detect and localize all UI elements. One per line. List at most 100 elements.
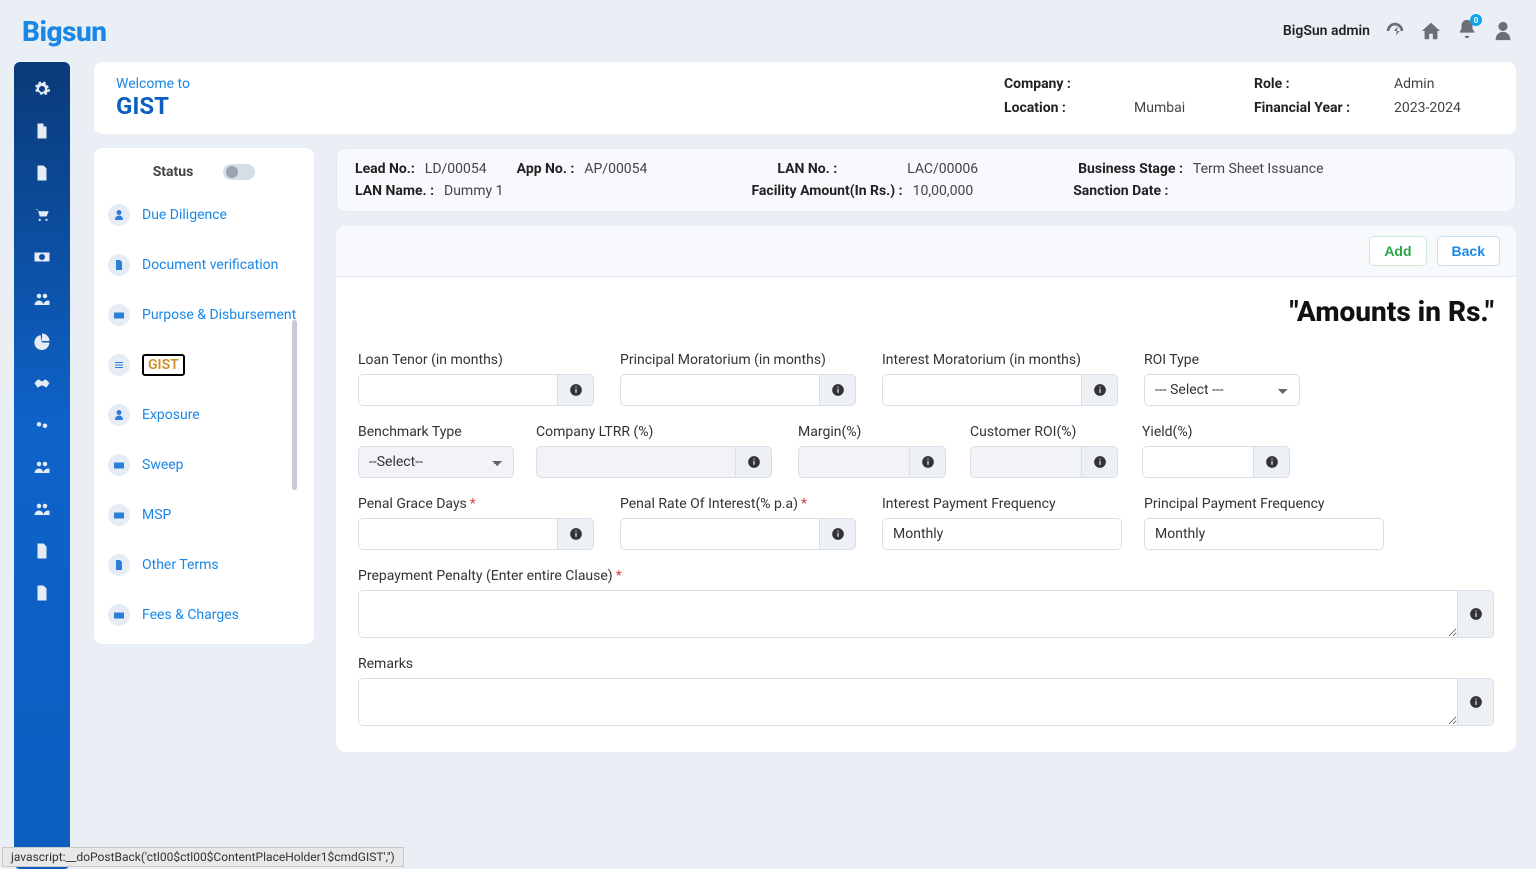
interest-moratorium-input[interactable] — [882, 374, 1082, 406]
sanction-date-label: Sanction Date : — [1073, 183, 1168, 199]
meta-card: Lead No.: LD/00054 App No. : AP/00054 LA… — [336, 148, 1516, 212]
principal-moratorium-input[interactable] — [620, 374, 820, 406]
info-icon[interactable] — [558, 518, 594, 550]
home-icon[interactable] — [1420, 20, 1442, 42]
fy-label: Financial Year : — [1254, 100, 1394, 116]
scrollbar[interactable] — [292, 320, 297, 490]
sidebar-item-label: MSP — [142, 507, 171, 523]
cash-icon[interactable] — [33, 248, 51, 266]
group-icon[interactable] — [33, 458, 51, 476]
status-item-icon — [108, 454, 130, 476]
sidebar-item-gist[interactable]: GIST — [94, 340, 314, 390]
dashboard-icon[interactable] — [1384, 20, 1406, 42]
yield-input[interactable] — [1142, 446, 1254, 478]
status-toggle[interactable] — [223, 164, 255, 180]
sidebar-item-due-diligence[interactable]: Due Diligence — [94, 190, 314, 240]
browser-status-bar: javascript:__doPostBack('ctl00$ctl00$Con… — [2, 847, 404, 867]
status-item-icon — [108, 604, 130, 626]
sidebar-item-other-terms[interactable]: Other Terms — [94, 540, 314, 590]
notifications-bell[interactable]: 0 — [1456, 18, 1478, 44]
sidebar-item-msp[interactable]: MSP — [94, 490, 314, 540]
info-icon[interactable] — [736, 446, 772, 478]
info-icon[interactable] — [1458, 590, 1494, 638]
yield-label: Yield(%) — [1142, 424, 1292, 440]
sidebar-item-purpose-disbursement[interactable]: Purpose & Disbursement — [94, 290, 314, 340]
side-nav — [14, 62, 70, 869]
gear-icon[interactable] — [33, 80, 51, 98]
status-item-icon — [108, 404, 130, 426]
status-item-icon — [108, 504, 130, 526]
sidebar-item-exposure[interactable]: Exposure — [94, 390, 314, 440]
company-ltrr-input[interactable] — [536, 446, 736, 478]
margin-label: Margin(%) — [798, 424, 948, 440]
welcome-prefix: Welcome to — [116, 76, 190, 92]
principal-moratorium-label: Principal Moratorium (in months) — [620, 352, 860, 368]
status-item-icon — [108, 354, 130, 376]
form-title: "Amounts in Rs." — [336, 277, 1516, 328]
gears-icon[interactable] — [33, 416, 51, 434]
margin-input[interactable] — [798, 446, 910, 478]
cart-icon[interactable] — [33, 206, 51, 224]
sidebar-item-document-verification[interactable]: Document verification — [94, 240, 314, 290]
remarks-label: Remarks — [358, 656, 1494, 672]
stage-value: Term Sheet Issuance — [1193, 161, 1324, 177]
penal-rate-label: Penal Rate Of Interest(% p.a)* — [620, 496, 860, 512]
loan-tenor-input[interactable] — [358, 374, 558, 406]
sidebar-item-label: Sweep — [142, 457, 184, 473]
roi-type-select[interactable]: --- Select --- — [1144, 374, 1300, 406]
penal-days-label: Penal Grace Days* — [358, 496, 598, 512]
benchmark-type-select[interactable]: --Select-- — [358, 446, 514, 478]
sidebar-item-fees-charges[interactable]: Fees & Charges — [94, 590, 314, 640]
users-icon[interactable] — [33, 290, 51, 308]
lan-no-label: LAN No. : — [777, 161, 837, 177]
file-icon[interactable] — [33, 122, 51, 140]
info-icon[interactable] — [1082, 374, 1118, 406]
status-item-icon — [108, 554, 130, 576]
info-icon[interactable] — [820, 374, 856, 406]
status-item-icon — [108, 204, 130, 226]
bell-badge: 0 — [1470, 14, 1482, 26]
prepayment-penalty-textarea[interactable] — [358, 590, 1458, 638]
status-panel: Status Due Diligence Document verificatio… — [94, 148, 314, 644]
role-value: Admin — [1394, 76, 1494, 92]
sidebar-item-sweep[interactable]: Sweep — [94, 440, 314, 490]
info-icon[interactable] — [1082, 446, 1118, 478]
page-icon[interactable] — [33, 542, 51, 560]
team-icon[interactable] — [33, 500, 51, 518]
info-icon[interactable] — [1254, 446, 1290, 478]
fy-value: 2023-2024 — [1394, 100, 1494, 116]
sidebar-item-label: Exposure — [142, 407, 200, 423]
interest-frequency-input[interactable] — [882, 518, 1122, 550]
pie-chart-icon[interactable] — [33, 332, 51, 350]
sidebar-item-label: Purpose & Disbursement — [142, 307, 296, 323]
brand-logo[interactable]: Bigsun — [22, 15, 106, 48]
handshake-icon[interactable] — [33, 374, 51, 392]
info-icon[interactable] — [910, 446, 946, 478]
principal-frequency-input[interactable] — [1144, 518, 1384, 550]
remarks-textarea[interactable] — [358, 678, 1458, 726]
document-icon[interactable] — [33, 164, 51, 182]
location-value: Mumbai — [1134, 100, 1254, 116]
customer-roi-input[interactable] — [970, 446, 1082, 478]
customer-roi-label: Customer ROI(%) — [970, 424, 1120, 440]
page-title: GIST — [116, 92, 190, 120]
welcome-card: Welcome to GIST Company : Role : Admin L… — [94, 62, 1516, 134]
back-button[interactable]: Back — [1437, 236, 1500, 266]
sidebar-item-label: Document verification — [142, 257, 278, 273]
info-icon[interactable] — [820, 518, 856, 550]
info-icon[interactable] — [1458, 678, 1494, 726]
sidebar-item-label: GIST — [142, 354, 185, 376]
add-button[interactable]: Add — [1369, 236, 1426, 266]
doc-icon[interactable] — [33, 584, 51, 602]
penal-rate-input[interactable] — [620, 518, 820, 550]
info-icon[interactable] — [558, 374, 594, 406]
prepayment-penalty-label: Prepayment Penalty (Enter entire Clause)… — [358, 568, 1494, 584]
stage-label: Business Stage : — [1078, 161, 1183, 177]
roi-type-label: ROI Type — [1144, 352, 1300, 368]
user-avatar-icon[interactable] — [1492, 20, 1514, 42]
lan-no-value: LAC/00006 — [907, 161, 978, 177]
penal-days-input[interactable] — [358, 518, 558, 550]
sidebar-item-label: Fees & Charges — [142, 607, 239, 623]
status-item-icon — [108, 254, 130, 276]
status-title: Status — [153, 164, 194, 180]
